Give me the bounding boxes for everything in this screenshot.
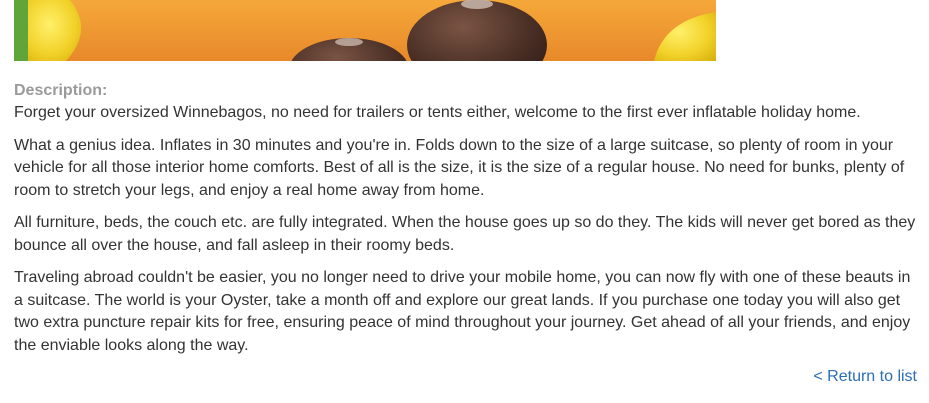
description-paragraph-3: All furniture, beds, the couch etc. are … [14,214,916,254]
inflatable-house-photo [14,0,716,61]
description-paragraph-1: Forget your oversized Winnebagos, no nee… [14,104,861,121]
description-label: Description: [14,82,108,99]
product-image [14,0,716,61]
return-to-list-link[interactable]: < Return to list [813,367,917,387]
description-paragraph-2: What a genius idea. Inflates in 30 minut… [14,136,905,199]
description-paragraph-4: Traveling abroad couldn't be easier, you… [14,269,911,354]
product-description: Description: Forget your oversized Winne… [14,80,919,367]
